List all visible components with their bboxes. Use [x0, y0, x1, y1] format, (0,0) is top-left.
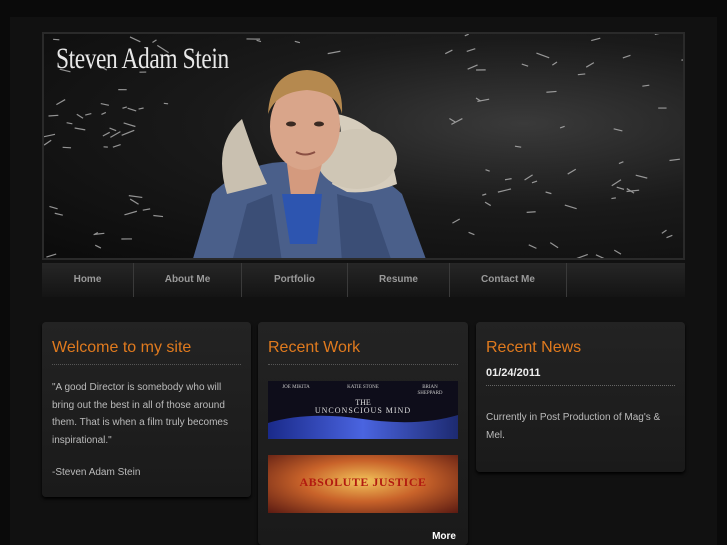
work-thumbnail-absolute-justice[interactable]: ABSOLUTE JUSTICE [268, 455, 458, 513]
work-title-line2: UNCONSCIOUS MIND [314, 406, 412, 415]
news-text: Currently in Post Production of Mag's & … [486, 412, 661, 441]
news-date: 01/24/2011 [486, 367, 541, 379]
welcome-signature: -Steven Adam Stein [52, 467, 141, 478]
credit-3: BRIAN SHEPPARD [417, 385, 443, 396]
nav-contact-me[interactable]: Contact Me [450, 263, 567, 297]
more-link[interactable]: More [432, 531, 456, 542]
credit-1: JOE MIKITA [282, 385, 310, 390]
welcome-heading: Welcome to my site [52, 339, 192, 356]
recent-work-heading: Recent Work [268, 339, 361, 356]
nav-home[interactable]: Home [42, 263, 134, 297]
credit-2: KATIE STONE [347, 385, 379, 390]
work-title-absolute-justice: ABSOLUTE JUSTICE [299, 475, 427, 489]
recent-news-panel: Recent News 01/24/2011 Currently in Post… [476, 322, 685, 472]
recent-work-panel: Recent Work JOE MIKITA KATIE STONE BRIAN… [258, 322, 468, 545]
portrait-photo [193, 70, 426, 258]
welcome-divider [52, 364, 241, 365]
welcome-panel: Welcome to my site "A good Director is s… [42, 322, 251, 497]
nav-portfolio[interactable]: Portfolio [242, 263, 348, 297]
news-divider [486, 385, 675, 386]
main-nav: Home About Me Portfolio Resume Contact M… [42, 263, 685, 297]
nav-resume[interactable]: Resume [348, 263, 450, 297]
work-thumbnail-unconscious-mind[interactable]: JOE MIKITA KATIE STONE BRIAN SHEPPARD TH… [268, 381, 458, 439]
nav-about-me[interactable]: About Me [134, 263, 242, 297]
welcome-quote: "A good Director is somebody who will br… [52, 382, 228, 446]
recent-work-divider [268, 364, 458, 365]
header-banner: Steven Adam Stein [42, 32, 685, 260]
recent-news-heading: Recent News [486, 339, 582, 356]
